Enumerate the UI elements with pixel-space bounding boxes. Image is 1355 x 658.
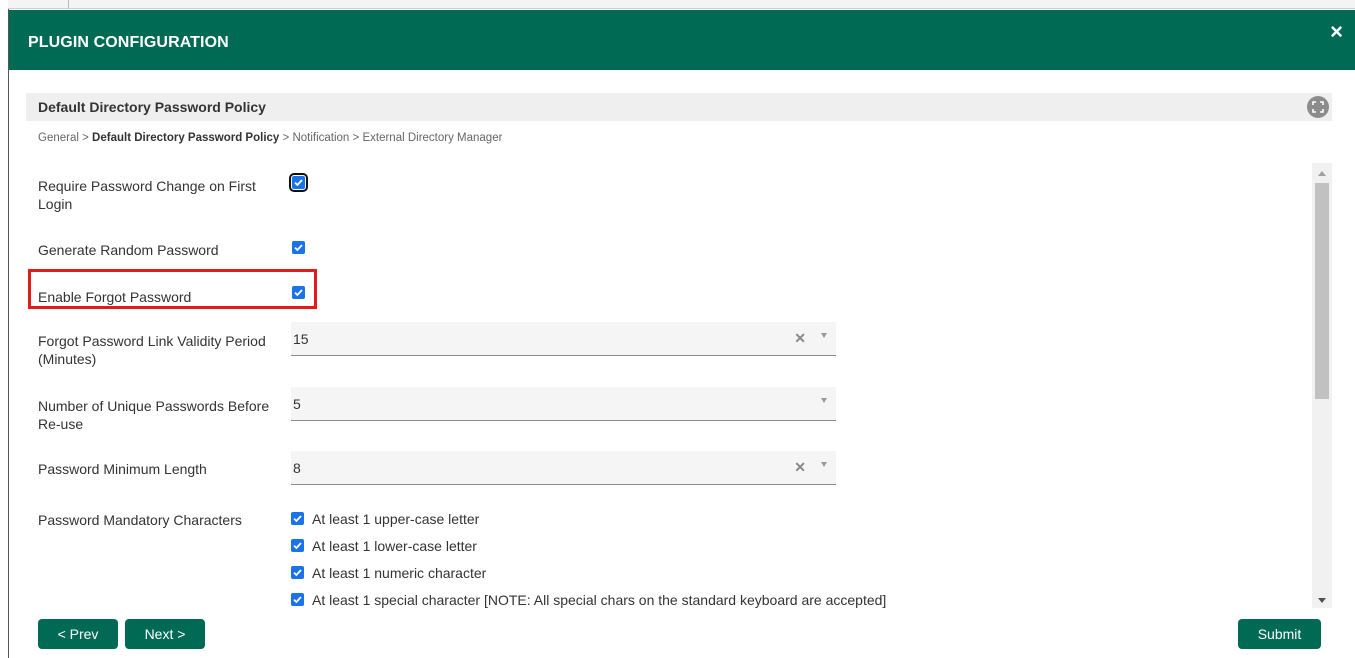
breadcrumb-item-current: Default Directory Password Policy (92, 132, 280, 144)
lower-case-checkbox[interactable] (291, 539, 304, 552)
form-content: Require Password Change on First Login G… (26, 160, 1312, 608)
generate-random-checkbox[interactable] (292, 241, 305, 254)
require-change-label: Require Password Change on First Login (38, 178, 256, 212)
min-length-label: Password Minimum Length (38, 461, 207, 477)
option-label: At least 1 special character [NOTE: All … (312, 592, 887, 608)
link-validity-value: 15 (293, 331, 309, 347)
chevron-down-icon[interactable] (821, 462, 827, 467)
link-validity-select[interactable]: 15 ✕ (291, 322, 836, 356)
generate-random-label: Generate Random Password (38, 242, 219, 258)
breadcrumb-item-external-directory[interactable]: External Directory Manager (362, 132, 502, 144)
vertical-scrollbar[interactable] (1312, 163, 1332, 608)
breadcrumb-separator: > (282, 132, 290, 144)
numeric-checkbox[interactable] (291, 566, 304, 579)
breadcrumb-item-general[interactable]: General (38, 132, 79, 144)
breadcrumb-item-notification[interactable]: Notification (292, 132, 349, 144)
scroll-up-icon[interactable] (1318, 171, 1326, 176)
unique-passwords-label: Number of Unique Passwords Before Re-use (38, 398, 270, 432)
prev-button[interactable]: < Prev (38, 619, 118, 649)
mandatory-chars-label: Password Mandatory Characters (38, 512, 242, 528)
background-toolbar (8, 0, 1355, 9)
close-icon[interactable]: × (1330, 21, 1343, 43)
forgot-password-checkbox[interactable] (292, 286, 305, 299)
unique-passwords-value: 5 (293, 396, 301, 412)
require-change-checkbox[interactable] (289, 173, 308, 192)
scrollbar-thumb[interactable] (1315, 183, 1329, 399)
breadcrumb-separator: > (352, 132, 360, 144)
breadcrumb-separator: > (82, 132, 89, 144)
toolbar-divider (68, 0, 69, 9)
unique-passwords-select[interactable]: 5 (291, 387, 836, 421)
upper-case-checkbox[interactable] (291, 512, 304, 525)
section-header: Default Directory Password Policy (26, 93, 1332, 121)
breadcrumb: General > Default Directory Password Pol… (38, 132, 502, 144)
min-length-value: 8 (293, 460, 301, 476)
link-validity-label: Forgot Password Link Validity Period (Mi… (38, 333, 266, 367)
scroll-down-icon[interactable] (1318, 598, 1326, 603)
option-label: At least 1 numeric character (312, 565, 487, 581)
modal-header: PLUGIN CONFIGURATION × (9, 10, 1355, 70)
special-checkbox[interactable] (291, 593, 304, 606)
min-length-select[interactable]: 8 ✕ (291, 451, 836, 485)
chevron-down-icon[interactable] (821, 333, 827, 338)
fullscreen-icon[interactable] (1307, 96, 1329, 118)
section-title: Default Directory Password Policy (38, 99, 266, 115)
submit-button[interactable]: Submit (1238, 619, 1321, 649)
chevron-down-icon[interactable] (821, 398, 827, 403)
forgot-password-label: Enable Forgot Password (38, 289, 192, 305)
app-frame: PLUGIN CONFIGURATION × Default Directory… (0, 0, 1355, 658)
modal-title: PLUGIN CONFIGURATION (28, 34, 229, 51)
clear-icon[interactable]: ✕ (794, 330, 806, 347)
option-label: At least 1 upper-case letter (312, 511, 480, 527)
option-label: At least 1 lower-case letter (312, 538, 477, 554)
clear-icon[interactable]: ✕ (794, 459, 806, 476)
next-button[interactable]: Next > (125, 619, 205, 649)
